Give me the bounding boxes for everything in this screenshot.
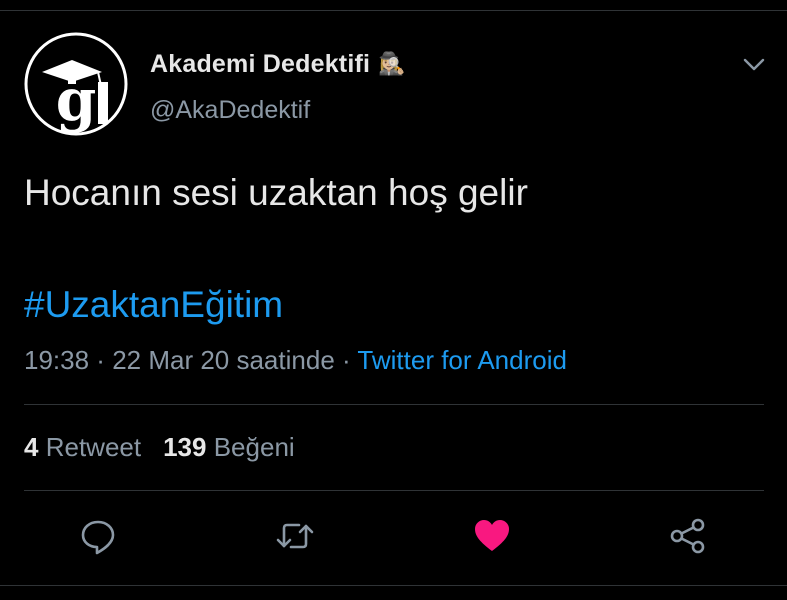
- tweet-meta: 19:38 · 22 Mar 20 saatinde · Twitter for…: [24, 345, 567, 376]
- share-icon[interactable]: [668, 516, 708, 556]
- likes-label: Beğeni: [213, 432, 295, 462]
- meta-separator: ·: [89, 345, 113, 375]
- divider: [24, 490, 764, 491]
- bottom-divider: [0, 585, 787, 586]
- like-icon[interactable]: [472, 516, 512, 556]
- tweet-text: Hocanın sesi uzaktan hoş gelir: [24, 172, 528, 213]
- retweets-count: 4: [24, 432, 39, 462]
- tweet-stats: 4 Retweet 139 Beğeni: [24, 432, 295, 463]
- detective-emoji-icon: 🕵🏼‍♀️: [378, 51, 406, 77]
- tweet-source-link[interactable]: Twitter for Android: [357, 345, 567, 375]
- hashtag-link[interactable]: #UzaktanEğitim: [24, 284, 283, 326]
- meta-separator: ·: [334, 345, 358, 375]
- avatar[interactable]: g: [24, 32, 128, 136]
- svg-text:g: g: [56, 66, 97, 134]
- tweet-date: 22 Mar 20 saatinde: [112, 345, 335, 375]
- retweets-label: Retweet: [45, 432, 142, 462]
- tweet-time: 19:38: [24, 345, 90, 375]
- divider: [24, 404, 764, 405]
- display-name[interactable]: Akademi Dedektifi: [150, 50, 370, 79]
- likes-stat[interactable]: 139 Beğeni: [163, 432, 295, 462]
- reply-icon[interactable]: [78, 516, 118, 556]
- graduation-cap-g-logo-icon: g: [24, 32, 128, 136]
- retweets-stat[interactable]: 4 Retweet: [24, 432, 141, 462]
- retweet-icon[interactable]: [275, 516, 315, 556]
- author-name-row[interactable]: Akademi Dedektifi 🕵🏼‍♀️: [150, 50, 406, 79]
- chevron-down-icon[interactable]: [740, 52, 768, 76]
- top-divider: [0, 10, 787, 11]
- user-handle[interactable]: @AkaDedektif: [150, 96, 310, 125]
- likes-count: 139: [163, 432, 207, 462]
